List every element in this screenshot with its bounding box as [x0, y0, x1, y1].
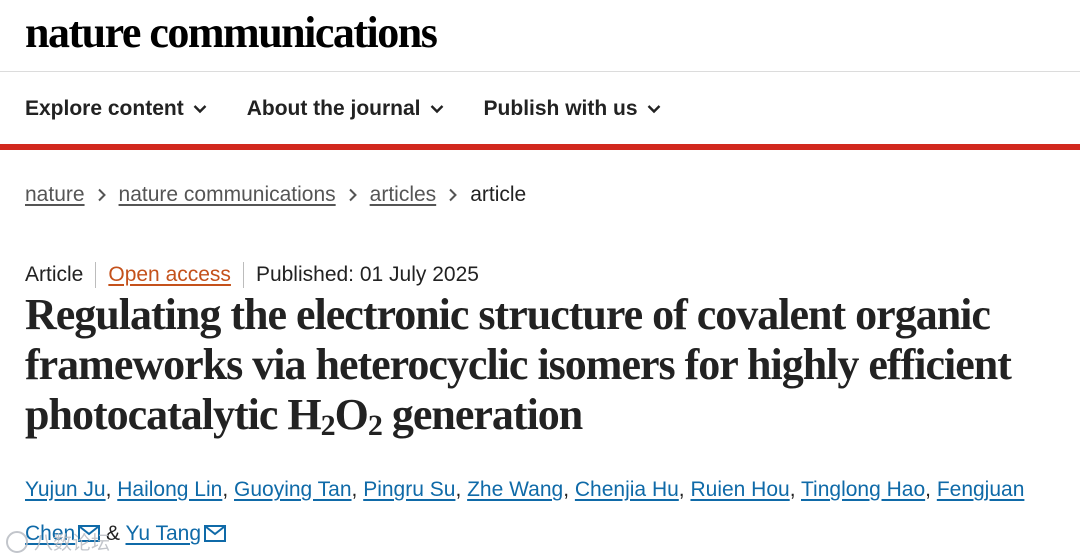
mail-icon[interactable] [204, 525, 227, 542]
nav-about-journal[interactable]: About the journal [247, 97, 444, 121]
publish-date: Published: 01 July 2025 [255, 263, 479, 286]
breadcrumb: nature nature communications articles ar… [25, 183, 526, 207]
nav-publish-with-us[interactable]: Publish with us [484, 97, 661, 121]
author-link[interactable]: Zhe Wang [467, 478, 563, 501]
title-text: O [334, 390, 369, 439]
author-link[interactable]: Tinglong Hao [801, 478, 925, 501]
article-title: Regulating the electronic structure of c… [25, 290, 1075, 442]
author-separator: , [563, 478, 575, 501]
author-separator: , [455, 478, 468, 501]
chevron-down-icon [647, 104, 660, 113]
title-subscript: 2 [367, 409, 383, 442]
chevron-right-icon [448, 188, 458, 202]
nav-item-label: Publish with us [483, 96, 638, 120]
chevron-right-icon [348, 188, 358, 202]
breadcrumb-link-journal[interactable]: nature communications [119, 183, 336, 207]
title-subscript: 2 [320, 409, 336, 442]
author-separator: , [105, 478, 118, 501]
author-list: Yujun Ju, Hailong Lin, Guoying Tan, Ping… [25, 468, 1070, 556]
breadcrumb-link-nature[interactable]: nature [25, 183, 85, 207]
nav-item-label: Explore content [25, 96, 184, 120]
open-access-link[interactable]: Open access [108, 263, 231, 287]
journal-logo[interactable]: nature communications [25, 8, 438, 58]
article-meta: Article Open access Published: 01 July 2… [25, 262, 479, 288]
nav-item-label: About the journal [246, 96, 421, 120]
author-separator: , [222, 478, 234, 501]
chevron-right-icon [97, 188, 107, 202]
watermark-logo-icon [6, 530, 28, 553]
author-link[interactable]: Hailong Lin [117, 478, 222, 501]
author-link[interactable]: Guoying Tan [234, 478, 352, 501]
main-nav: Explore content About the journal Publis… [0, 73, 1080, 150]
chevron-down-icon [193, 104, 207, 113]
title-text: generation [381, 390, 583, 439]
author-link[interactable]: Chenjia Hu [575, 478, 679, 501]
chevron-down-icon [430, 104, 443, 113]
nav-explore-content[interactable]: Explore content [25, 97, 207, 121]
author-separator: , [789, 478, 801, 501]
author-link[interactable]: Yujun Ju [25, 478, 106, 501]
author-separator: , [678, 478, 691, 501]
article-type: Article [25, 263, 84, 286]
breadcrumb-link-articles[interactable]: articles [370, 183, 437, 207]
watermark: 八数论坛 [6, 528, 110, 555]
author-link[interactable]: Pingru Su [363, 478, 455, 501]
author-separator: , [925, 478, 937, 501]
masthead: nature communications [0, 0, 1080, 72]
author-link[interactable]: Yu Tang [126, 522, 202, 545]
meta-divider [95, 262, 97, 288]
watermark-text: 八数论坛 [34, 533, 111, 554]
meta-divider [242, 262, 244, 288]
author-separator: , [351, 478, 364, 501]
author-link[interactable]: Ruien Hou [690, 478, 789, 501]
breadcrumb-current: article [470, 183, 527, 206]
